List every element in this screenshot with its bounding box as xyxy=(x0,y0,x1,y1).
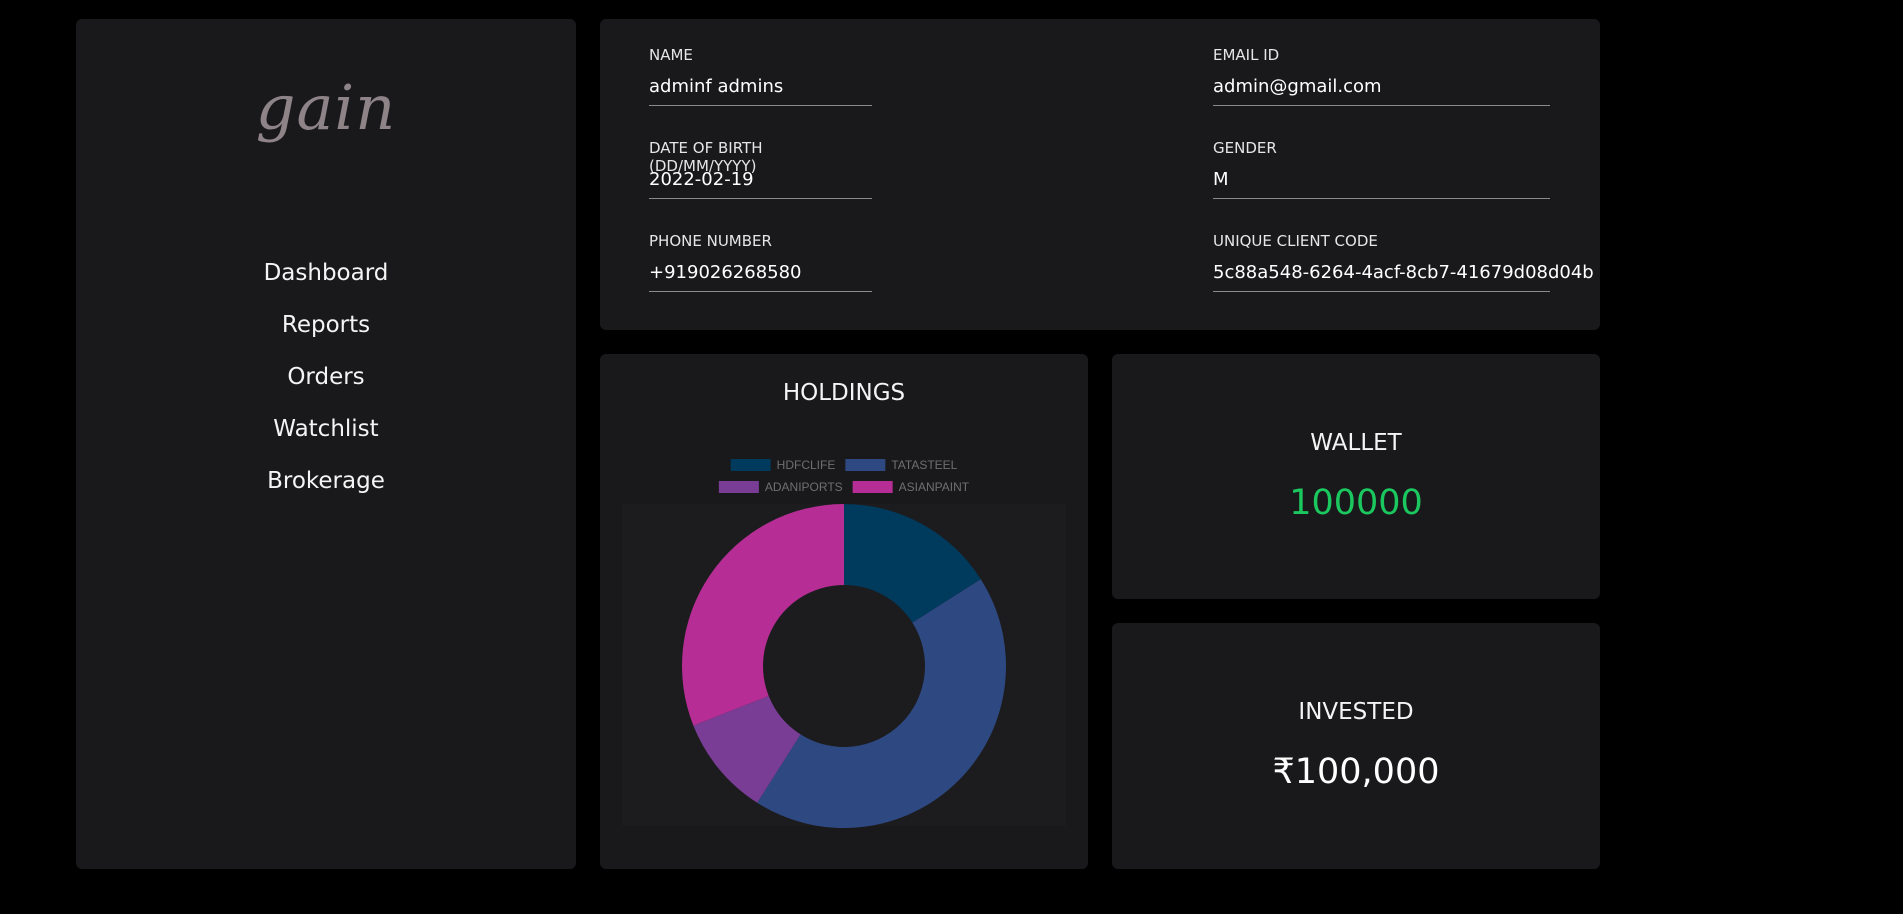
legend-label-tatasteel[interactable]: TATASTEEL xyxy=(891,458,957,472)
legend-label-asianpaint[interactable]: ASIANPAINT xyxy=(899,480,970,494)
phone-label: PHONE NUMBER xyxy=(649,232,772,250)
legend-swatch-asianpaint[interactable] xyxy=(852,481,893,493)
dob-field: DATE OF BIRTH (DD/MM/YYYY) 2022-02-19 xyxy=(649,139,872,199)
ucc-label: UNIQUE CLIENT CODE xyxy=(1213,232,1378,250)
ucc-value: 5c88a548-6264-4acf-8cb7-41679d08d04b xyxy=(1213,262,1594,292)
legend-swatch-tatasteel[interactable] xyxy=(845,459,886,471)
legend-swatch-adaniports[interactable] xyxy=(718,481,759,493)
legend-swatch-hdfclife[interactable] xyxy=(730,459,771,471)
name-field: NAME adminf admins xyxy=(649,46,872,106)
dob-value: 2022-02-19 xyxy=(649,169,872,199)
invested-value: ₹100,000 xyxy=(1272,752,1440,792)
nav-reports[interactable]: Reports xyxy=(76,299,576,351)
sidebar: gain Dashboard Reports Orders Watchlist … xyxy=(76,19,576,869)
email-field: EMAIL ID admin@gmail.com xyxy=(1213,46,1550,106)
nav-orders[interactable]: Orders xyxy=(76,351,576,403)
holdings-card: HOLDINGS HDFCLIFE TATASTEEL ADANIPORTS ASIA… xyxy=(600,354,1088,869)
legend-label-adaniports[interactable]: ADANIPORTS xyxy=(765,480,843,494)
email-label: EMAIL ID xyxy=(1213,46,1280,64)
gender-field: GENDER M xyxy=(1213,139,1550,199)
wallet-value: 100000 xyxy=(1289,483,1423,523)
nav-dashboard[interactable]: Dashboard xyxy=(76,247,576,299)
nav-watchlist[interactable]: Watchlist xyxy=(76,403,576,455)
profile-card: NAME adminf admins EMAIL ID admin@gmail.… xyxy=(600,19,1600,330)
logo[interactable]: gain xyxy=(76,71,576,144)
wallet-card: WALLET 100000 xyxy=(1112,354,1600,599)
invested-title: INVESTED xyxy=(1298,699,1414,725)
gender-label: GENDER xyxy=(1213,139,1277,157)
ucc-field: UNIQUE CLIENT CODE 5c88a548-6264-4acf-8c… xyxy=(1213,232,1594,292)
nav-brokerage[interactable]: Brokerage xyxy=(76,455,576,507)
sidebar-nav: Dashboard Reports Orders Watchlist Broke… xyxy=(76,247,576,507)
legend-label-hdfclife[interactable]: HDFCLIFE xyxy=(777,458,836,472)
name-label: NAME xyxy=(649,46,693,64)
email-value: admin@gmail.com xyxy=(1213,76,1550,106)
holdings-donut-chart: HDFCLIFE TATASTEEL ADANIPORTS ASIANPAINT xyxy=(622,458,1066,829)
wallet-title: WALLET xyxy=(1310,430,1402,456)
phone-value: +919026268580 xyxy=(649,262,872,292)
invested-card: INVESTED ₹100,000 xyxy=(1112,623,1600,869)
phone-field: PHONE NUMBER +919026268580 xyxy=(649,232,872,292)
name-value: adminf admins xyxy=(649,76,872,106)
dob-label: DATE OF BIRTH (DD/MM/YYYY) xyxy=(649,139,763,175)
gender-value: M xyxy=(1213,169,1550,199)
